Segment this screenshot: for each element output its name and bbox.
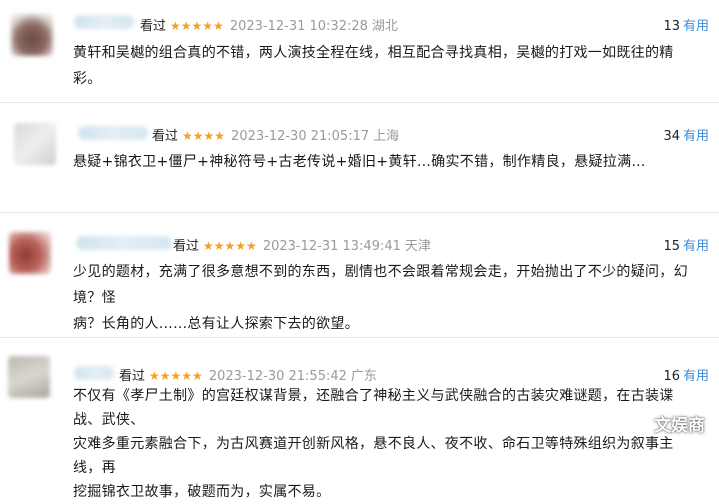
username[interactable] [78, 126, 148, 140]
review-text-line: 不仅有《孝尸土制》的宫廷权谋背景，还融合了神秘主义与武侠融合的古装灾难谜题，在古… [73, 388, 674, 428]
useful-count: 13 [663, 19, 680, 34]
username[interactable] [74, 366, 114, 380]
review-meta: 看过 ★★★★ 2023-12-30 21:05:17 上海 [152, 125, 399, 144]
review-date: 2023-12-31 10:32:28 [229, 19, 368, 34]
useful-count: 34 [663, 129, 680, 144]
username[interactable] [74, 15, 134, 29]
review-text-line: 病？长角的人……总有让人探索下去的欲望。 [73, 316, 359, 332]
avatar[interactable] [14, 123, 56, 165]
username[interactable] [76, 236, 172, 250]
review-date: 2023-12-31 13:49:41 [262, 239, 401, 254]
review-location: 天津 [404, 239, 431, 254]
avatar[interactable] [8, 356, 50, 398]
review-text: 悬疑+锦衣卫+僵尸+神秘符号+古老传说+婚旧+黄轩…确实不错，制作精良，悬疑拉满… [73, 149, 693, 175]
watched-tag: 看过 [173, 239, 200, 254]
review-location: 广东 [350, 369, 377, 384]
useful-label: 有用 [682, 369, 709, 384]
review-item: 看过 ★★★★★ 2023-12-30 21:55:42 广东 16 有用 不仅有《孝尸… [0, 338, 719, 500]
watched-tag: 看过 [152, 129, 179, 144]
review-text: 黄轩和吴樾的组合真的不错，两人演技全程在线，相互配合寻找真相，吴樾的打戏一如既往… [73, 40, 693, 92]
watermark: 文娱商 [654, 416, 705, 436]
rating-stars: ★★★★★ [170, 19, 224, 33]
review-text-line: 灾难多重元素融合下，为古风赛道开创新风格，悬不良人、夜不收、命石卫等特殊组织为叙… [73, 436, 674, 476]
review-meta: 看过 ★★★★★ 2023-12-30 21:55:42 广东 [119, 365, 377, 384]
watched-tag: 看过 [119, 369, 146, 384]
review-meta: 看过 ★★★★★ 2023-12-31 13:49:41 天津 [173, 235, 431, 254]
avatar[interactable] [9, 232, 51, 274]
review-item: 看过 ★★★★★ 2023-12-31 13:49:41 天津 15 有用 少见的题材，… [0, 213, 719, 337]
review-text-line: 少见的题材，充满了很多意想不到的东西，剧情也不会跟着常规会走，开始抛出了不少的疑… [73, 264, 688, 306]
useful-count: 15 [663, 239, 680, 254]
avatar[interactable] [11, 14, 53, 56]
rating-stars: ★★★★★ [203, 239, 257, 253]
rating-stars: ★★★★★ [149, 369, 203, 383]
rating-stars: ★★★★ [182, 129, 226, 143]
useful-button[interactable]: 13 有用 [663, 15, 709, 34]
useful-label: 有用 [682, 129, 709, 144]
useful-label: 有用 [682, 239, 709, 254]
review-text-line: 挖掘锦衣卫故事，破题而为，实属不易。 [73, 484, 331, 500]
useful-button[interactable]: 34 有用 [663, 125, 709, 144]
useful-label: 有用 [682, 19, 709, 34]
review-meta: 看过 ★★★★★ 2023-12-31 10:32:28 湖北 [140, 15, 398, 34]
review-location: 湖北 [371, 19, 398, 34]
review-text: 少见的题材，充满了很多意想不到的东西，剧情也不会跟着常规会走，开始抛出了不少的疑… [73, 259, 693, 337]
review-item: 看过 ★★★★★ 2023-12-31 10:32:28 湖北 13 有用 黄轩和吴樾的… [0, 0, 719, 102]
review-location: 上海 [373, 129, 400, 144]
review-date: 2023-12-30 21:55:42 [208, 369, 347, 384]
review-date: 2023-12-30 21:05:17 [231, 129, 370, 144]
useful-count: 16 [663, 369, 680, 384]
review-text: 不仅有《孝尸土制》的宫廷权谋背景，还融合了神秘主义与武侠融合的古装灾难谜题，在古… [73, 384, 693, 504]
watched-tag: 看过 [140, 19, 167, 34]
useful-button[interactable]: 15 有用 [663, 235, 709, 254]
review-text-line: 悬疑+锦衣卫+僵尸+神秘符号+古老传说+婚旧+黄轩…确实不错，制作精良，悬疑拉满… [73, 154, 646, 170]
review-text-line: 黄轩和吴樾的组合真的不错，两人演技全程在线，相互配合寻找真相，吴樾的打戏一如既往… [73, 45, 674, 87]
useful-button[interactable]: 16 有用 [663, 365, 709, 384]
review-item: 看过 ★★★★ 2023-12-30 21:05:17 上海 34 有用 悬疑+锦衣卫+… [0, 103, 719, 211]
